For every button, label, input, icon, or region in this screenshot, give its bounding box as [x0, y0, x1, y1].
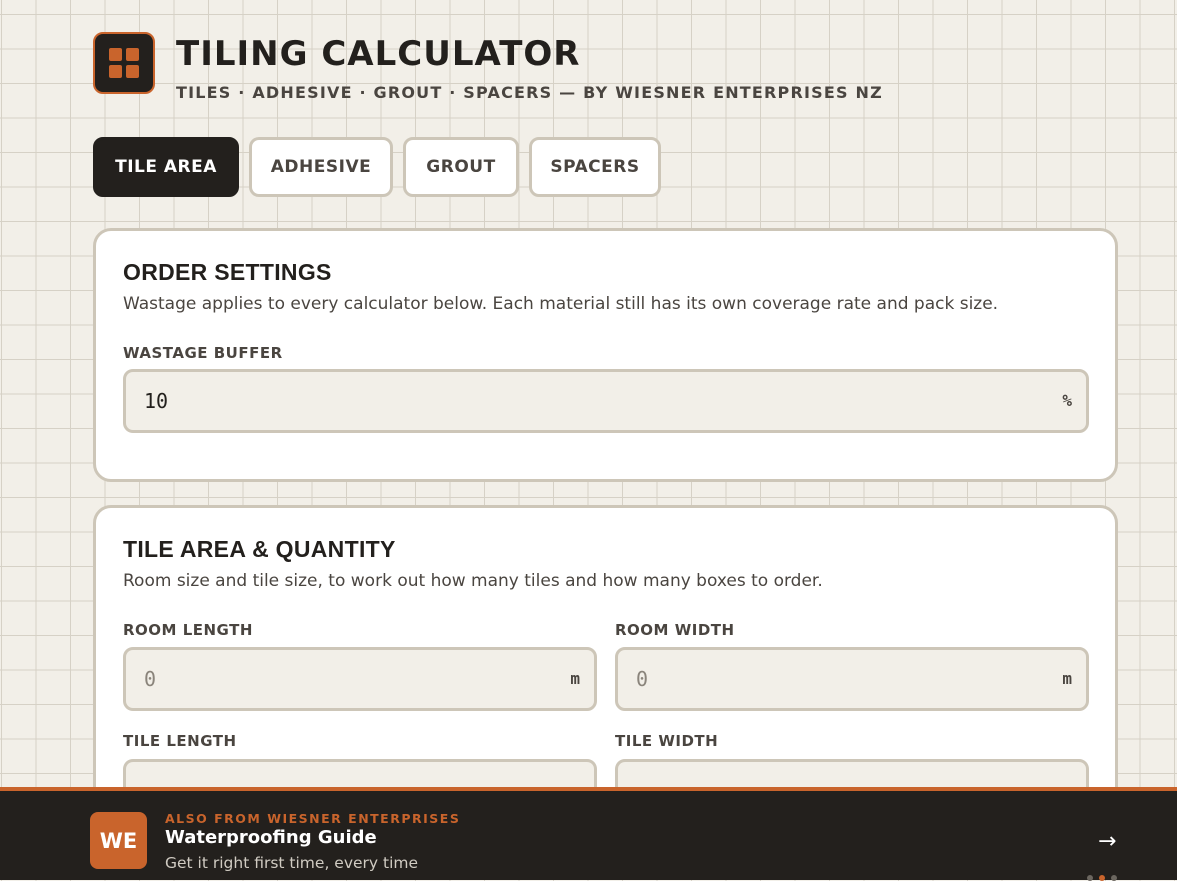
page-title: TILING CALCULATOR	[176, 34, 581, 74]
tile-area-description: Room size and tile size, to work out how…	[123, 571, 823, 591]
app-header: TILING CALCULATOR TILES · ADHESIVE · GRO…	[93, 32, 883, 102]
room-width-label: ROOM WIDTH	[615, 621, 735, 639]
tab-grout[interactable]: GROUT	[403, 137, 519, 197]
wastage-label: WASTAGE BUFFER	[123, 344, 283, 362]
wastage-field[interactable]: %	[123, 369, 1089, 433]
room-length-input[interactable]	[144, 650, 519, 708]
carousel-dots	[1087, 875, 1123, 881]
banner-eyebrow: ALSO FROM WIESNER ENTERPRISES	[165, 811, 461, 826]
arrow-right-icon[interactable]: →	[1098, 829, 1116, 854]
order-settings-card: ORDER SETTINGS Wastage applies to every …	[93, 228, 1118, 482]
tile-grid-icon	[93, 32, 155, 94]
room-width-field[interactable]: m	[615, 647, 1089, 711]
wiesner-badge: WE	[90, 812, 147, 869]
tab-tile-area[interactable]: TILE AREA	[93, 137, 239, 197]
carousel-dot[interactable]	[1087, 875, 1093, 881]
page-subtitle: TILES · ADHESIVE · GROUT · SPACERS — BY …	[176, 83, 883, 102]
tile-length-label: TILE LENGTH	[123, 732, 237, 750]
tile-width-label: TILE WIDTH	[615, 732, 719, 750]
room-length-unit: m	[570, 669, 580, 688]
promo-banner[interactable]: WE ALSO FROM WIESNER ENTERPRISES Waterpr…	[0, 787, 1177, 881]
wastage-unit: %	[1062, 391, 1072, 410]
room-width-input[interactable]	[636, 650, 1011, 708]
banner-subtitle: Get it right first time, every time	[165, 854, 419, 872]
tab-adhesive[interactable]: ADHESIVE	[249, 137, 393, 197]
calculator-tabs: TILE AREA ADHESIVE GROUT SPACERS	[93, 137, 671, 197]
order-settings-title: ORDER SETTINGS	[123, 259, 332, 285]
room-length-label: ROOM LENGTH	[123, 621, 253, 639]
wastage-input[interactable]	[144, 372, 912, 430]
carousel-dot-active[interactable]	[1099, 875, 1105, 881]
tile-area-card: TILE AREA & QUANTITY Room size and tile …	[93, 505, 1118, 832]
tab-spacers[interactable]: SPACERS	[529, 137, 661, 197]
banner-title[interactable]: Waterproofing Guide	[165, 827, 377, 848]
order-settings-description: Wastage applies to every calculator belo…	[123, 294, 999, 314]
room-length-field[interactable]: m	[123, 647, 597, 711]
room-width-unit: m	[1062, 669, 1072, 688]
tile-area-title: TILE AREA & QUANTITY	[123, 536, 396, 562]
carousel-dot[interactable]	[1111, 875, 1117, 881]
